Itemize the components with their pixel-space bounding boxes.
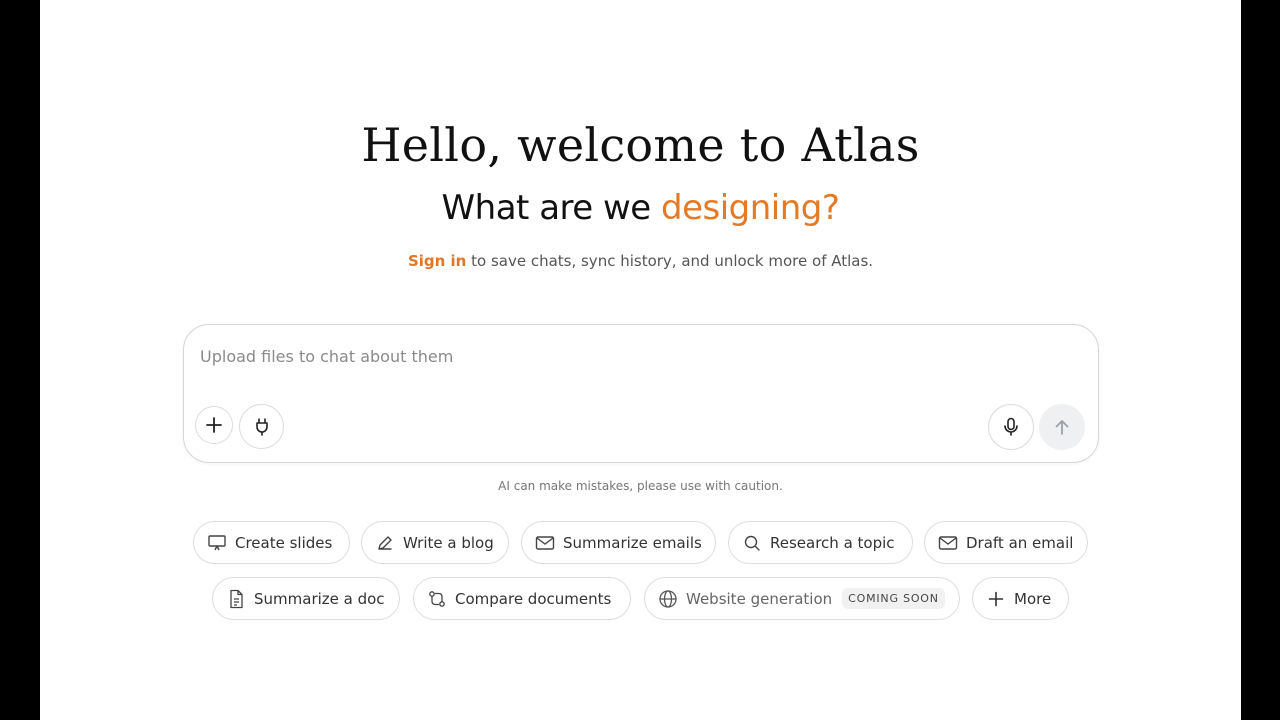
mail-icon [938,533,958,553]
suggestion-summarize-emails[interactable]: Summarize emails [521,521,716,564]
suggestion-label: Research a topic [770,533,895,552]
subheading-prefix: What are we [441,188,662,228]
search-icon [742,533,762,553]
mail-icon [535,533,555,553]
pencil-icon [375,533,395,553]
suggestion-label: Summarize emails [563,533,702,552]
signin-description: to save chats, sync history, and unlock … [466,252,874,270]
suggestion-research-topic[interactable]: Research a topic [728,521,913,564]
arrow-up-icon [1055,420,1069,435]
suggestion-write-blog[interactable]: Write a blog [361,521,509,564]
signin-prompt: Sign in to save chats, sync history, and… [40,252,1241,270]
plus-icon [986,589,1006,609]
suggestion-label: Create slides [235,533,333,552]
suggestion-more[interactable]: More [972,577,1069,620]
voice-input-button[interactable] [988,404,1034,450]
signin-link[interactable]: Sign in [408,252,466,270]
globe-icon [658,589,678,609]
chat-composer [183,324,1099,463]
suggestion-compare-documents[interactable]: Compare documents [413,577,631,620]
suggestion-label: More [1014,589,1052,608]
subheading-accent: designing? [661,188,840,228]
send-button[interactable] [1039,404,1085,450]
welcome-heading: Hello, welcome to Atlas [361,118,920,172]
plug-icon [255,417,268,436]
subheading: What are we designing? [40,188,1241,228]
compare-icon [427,589,447,609]
plus-icon [206,417,222,433]
suggestion-label: Summarize a doc [254,589,385,608]
add-attachment-button[interactable] [195,406,233,444]
suggestion-summarize-doc[interactable]: Summarize a doc [212,577,400,620]
microphone-icon [1004,417,1018,436]
plugins-button[interactable] [239,404,284,449]
app-frame: Hello, welcome to Atlas What are we desi… [40,0,1241,720]
suggestion-website-generation: Website generation COMING SOON [644,577,960,620]
suggestion-label: Draft an email [966,533,1074,552]
suggestion-label: Website generation [686,589,833,608]
suggestion-create-slides[interactable]: Create slides [193,521,350,564]
coming-soon-badge: COMING SOON [842,588,945,609]
suggestion-label: Compare documents [455,589,612,608]
ai-disclaimer: AI can make mistakes, please use with ca… [498,479,783,493]
document-icon [226,589,246,609]
chat-input[interactable] [200,343,1060,369]
suggestion-draft-email[interactable]: Draft an email [924,521,1088,564]
presentation-icon [207,533,227,553]
suggestion-label: Write a blog [403,533,494,552]
